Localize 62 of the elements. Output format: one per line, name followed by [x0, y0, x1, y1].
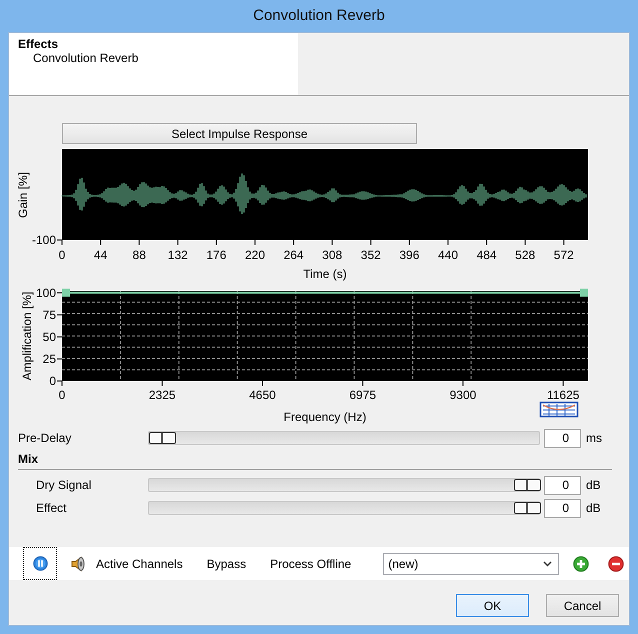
pause-button[interactable]: [23, 547, 57, 580]
window-title: Convolution Reverb: [252, 6, 386, 26]
tick-label: 396: [399, 248, 420, 262]
tick-label: 440: [438, 248, 458, 262]
tick-label: 308: [322, 248, 342, 262]
slider-label: Dry Signal: [35, 478, 92, 492]
tick-label: 264: [284, 248, 304, 262]
slider-thumb[interactable]: [514, 502, 541, 514]
tick-label: 6975: [349, 388, 376, 402]
tick-label: 9300: [450, 388, 476, 402]
value-field[interactable]: 0: [544, 428, 581, 448]
tick-label: 4650: [249, 388, 276, 402]
point-handle: [580, 288, 588, 297]
caret-icon: [543, 560, 552, 566]
unit-label: dB: [586, 501, 601, 515]
axis-title: Amplification [%]: [20, 292, 34, 380]
list-heading: Effects: [18, 37, 60, 51]
tick-label: 0: [58, 388, 66, 402]
toolbar-button[interactable]: Process Offline: [270, 556, 352, 570]
list-item[interactable]: Convolution Reverb: [18, 51, 298, 65]
tick-label: 0: [49, 374, 56, 388]
tick-label: 44: [94, 248, 108, 262]
tick-label: 484: [476, 248, 497, 262]
slider-label: Pre-Delay: [17, 431, 72, 445]
tick-label: 176: [206, 248, 226, 262]
tick-label: -100: [32, 233, 56, 247]
tick-label: 528: [515, 248, 536, 262]
point-handle: [62, 288, 70, 297]
tick-label: 50: [42, 330, 56, 344]
unit-label: dB: [586, 478, 601, 492]
tick-label: 11625: [546, 388, 580, 402]
tick-label: 220: [244, 248, 266, 262]
pause-icon: [32, 556, 48, 571]
tick-label: 0: [58, 248, 66, 262]
tick-label: 352: [360, 248, 381, 262]
tick-label: 88: [132, 248, 146, 262]
chart-grid-icon: [540, 402, 578, 418]
axis-title: Frequency (Hz): [284, 410, 366, 424]
section-heading: Mix: [18, 452, 612, 470]
slider-thumb[interactable]: [514, 479, 541, 491]
toolbar-button[interactable]: Bypass: [206, 556, 246, 570]
cancel-button[interactable]: Cancel: [546, 594, 619, 617]
tick-label: 25: [42, 352, 56, 366]
speaker-icon: [70, 556, 86, 572]
tick-label: 75: [42, 308, 56, 322]
ok-button[interactable]: OK: [456, 594, 529, 617]
tick-label: 132: [168, 248, 188, 262]
slider-thumb[interactable]: [149, 432, 176, 444]
preset-dropdown[interactable]: (new): [383, 552, 560, 574]
axis-title: Gain [%]: [16, 172, 30, 218]
remove-button[interactable]: [608, 556, 624, 572]
value-field[interactable]: 0: [544, 476, 581, 494]
unit-label: ms: [586, 431, 602, 445]
channels-button[interactable]: Active Channels: [70, 556, 183, 572]
tick-label: 100: [36, 286, 56, 300]
value-field[interactable]: 0: [544, 498, 581, 518]
add-button[interactable]: [573, 556, 590, 572]
select-impulse-button[interactable]: Select Impulse Response: [62, 123, 417, 144]
tick-label: 2325: [148, 388, 176, 402]
slider-label: Effect: [35, 501, 68, 515]
tick-label: 572: [554, 248, 574, 262]
axis-title: Time (s): [303, 267, 347, 281]
